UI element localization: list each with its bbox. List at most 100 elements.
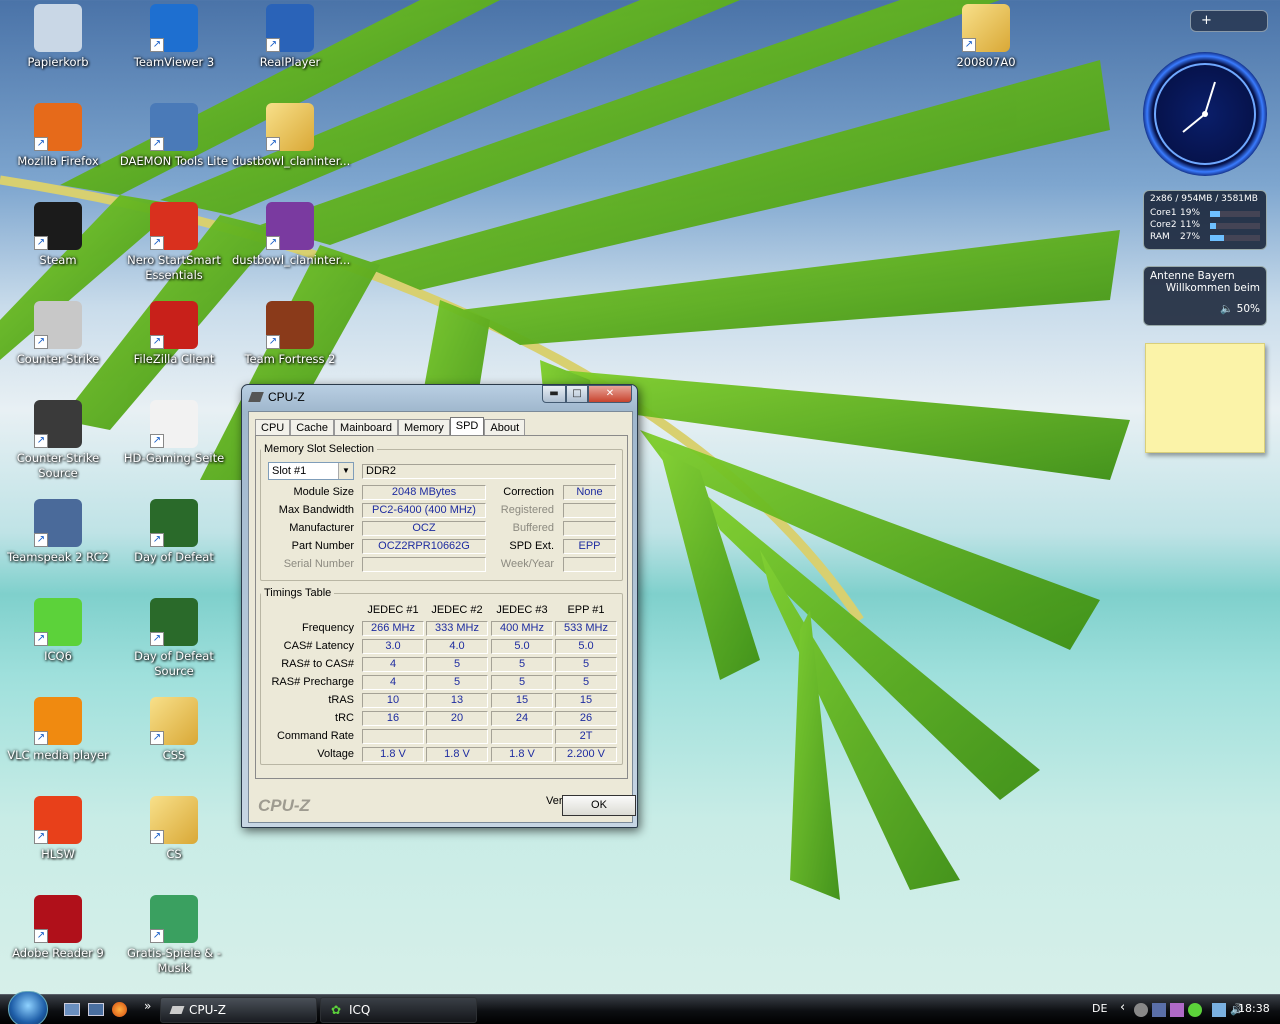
quicklaunch-expand-icon[interactable]: »	[144, 999, 151, 1013]
timing-row-label: Command Rate	[276, 730, 354, 742]
desktop-icon-6[interactable]: ↗ Steam	[0, 202, 116, 268]
cpu-meter-value: 19%	[1180, 208, 1201, 218]
cpu-meter-row: RAM 27%	[1150, 232, 1260, 244]
week-year-field	[563, 557, 616, 572]
timing-cell: 4	[362, 657, 424, 672]
shortcut-arrow-icon: ↗	[150, 434, 164, 448]
desktop-icon-18[interactable]: ↗ VLC media player	[0, 697, 116, 763]
cpu-meter-fill	[1210, 211, 1220, 217]
desktop-icon-1[interactable]: ↗ TeamViewer 3	[116, 4, 232, 70]
manufacturer-label: Manufacturer	[289, 522, 354, 534]
steam-tray-icon[interactable]	[1134, 1003, 1148, 1017]
desktop-icon-24[interactable]: ↗ 200807A0	[928, 4, 1044, 70]
desktop-icon-10[interactable]: ↗ FileZilla Client	[116, 301, 232, 367]
timing-cell	[426, 729, 488, 744]
shortcut-arrow-icon: ↗	[266, 236, 280, 250]
desktop-icon-11[interactable]: ↗ Team Fortress 2	[232, 301, 348, 367]
desktop-icon-label: dustbowl_claninter...	[232, 253, 351, 267]
clock-gadget[interactable]	[1143, 52, 1267, 176]
adobe-reader-icon: ↗	[34, 895, 82, 943]
speaker-icon[interactable]: 🔈	[1220, 303, 1233, 315]
start-orb-icon[interactable]	[8, 991, 48, 1024]
desktop-icon-19[interactable]: ↗ CSS	[116, 697, 232, 763]
desktop-icon-label: TeamViewer 3	[133, 55, 215, 69]
desktop-icon-15[interactable]: ↗ Day of Defeat	[116, 499, 232, 565]
maximize-button[interactable]: □	[566, 385, 588, 403]
timing-cell: 5	[555, 675, 617, 690]
desktop-icon-12[interactable]: ↗ Counter-Strike Source	[0, 400, 116, 481]
cpuz-window[interactable]: CPU-Z ▬ □ ✕ CPU Cache Mainboard Memory SPD Ab…	[241, 384, 638, 828]
desktop-icon-22[interactable]: ↗ Adobe Reader 9	[0, 895, 116, 961]
desktop-icon-3[interactable]: ↗ Mozilla Firefox	[0, 103, 116, 169]
chevron-down-icon[interactable]: ▼	[338, 463, 353, 479]
cpu-meter-fill	[1210, 223, 1216, 229]
registered-label: Registered	[500, 504, 554, 516]
network-tray-icon[interactable]	[1212, 1003, 1226, 1017]
timing-cell: 26	[555, 711, 617, 726]
part-number-label: Part Number	[291, 540, 354, 552]
desktop-icon-21[interactable]: ↗ CS	[116, 796, 232, 862]
timing-cell: 5.0	[491, 639, 553, 654]
timing-row-label: RAS# to CAS#	[281, 658, 354, 670]
show-desktop-icon[interactable]	[64, 1003, 80, 1016]
cpu-tray-icon[interactable]	[1170, 1003, 1184, 1017]
radio-gadget[interactable]: Antenne Bayern Willkommen beim 🔈 50%	[1143, 266, 1267, 326]
timing-cell: 533 MHz	[555, 621, 617, 636]
timing-cell	[362, 729, 424, 744]
desktop-icon-label: CS	[166, 847, 182, 861]
timing-row-label: tRC	[335, 712, 354, 724]
shortcut-arrow-icon: ↗	[34, 632, 48, 646]
language-indicator[interactable]: DE	[1092, 1002, 1107, 1015]
desktop-icon-23[interactable]: ↗ Gratis-Spiele & -Musik	[116, 895, 232, 976]
cpu-meter-value: 11%	[1180, 220, 1201, 230]
taskbar-icq-label: ICQ	[349, 1003, 371, 1017]
timing-cell: 333 MHz	[426, 621, 488, 636]
slot-select[interactable]: Slot #1 ▼	[268, 462, 354, 480]
desktop-icon-0[interactable]: Papierkorb	[0, 4, 116, 70]
desktop-icon-4[interactable]: ↗ DAEMON Tools Lite	[116, 103, 232, 169]
teamspeak-tray-icon[interactable]	[1152, 1003, 1166, 1017]
window-toolbar-gadget[interactable]: +	[1190, 10, 1268, 32]
shortcut-arrow-icon: ↗	[266, 335, 280, 349]
winrar-archive-icon: ↗	[266, 202, 314, 250]
desktop-icon-label: Gratis-Spiele & -Musik	[126, 946, 222, 975]
timing-cell: 400 MHz	[491, 621, 553, 636]
hlsw-icon: ↗	[34, 796, 82, 844]
firefox-quicklaunch-icon[interactable]	[112, 1002, 127, 1017]
timing-cell: 4.0	[426, 639, 488, 654]
close-button[interactable]: ✕	[588, 385, 632, 403]
desktop-icon-2[interactable]: ↗ RealPlayer	[232, 4, 348, 70]
desktop-icon-label: dustbowl_claninter...	[232, 154, 351, 168]
tray-expand-icon[interactable]: ‹	[1120, 1000, 1125, 1015]
timing-cell: 16	[362, 711, 424, 726]
sticky-note-gadget[interactable]	[1145, 343, 1265, 453]
switch-windows-icon[interactable]	[88, 1003, 104, 1016]
taskbar-button-cpuz[interactable]: CPU-Z	[160, 997, 317, 1023]
desktop-icon-9[interactable]: ↗ Counter-Strike	[0, 301, 116, 367]
ok-button[interactable]: OK	[562, 795, 636, 816]
desktop-icon-13[interactable]: ↗ HD-Gaming-Seite	[116, 400, 232, 466]
buffered-field	[563, 521, 616, 536]
desktop-icon-14[interactable]: ↗ Teamspeak 2 RC2	[0, 499, 116, 565]
desktop-icon-17[interactable]: ↗ Day of Defeat Source	[116, 598, 232, 679]
module-size-label: Module Size	[293, 486, 354, 498]
desktop-icon-7[interactable]: ↗ Nero StartSmart Essentials	[116, 202, 232, 283]
taskbar-button-icq[interactable]: ✿ ICQ	[320, 997, 477, 1023]
shortcut-arrow-icon: ↗	[34, 137, 48, 151]
clock-face-icon	[1154, 63, 1256, 165]
folder-icon: ↗	[150, 697, 198, 745]
week-year-label: Week/Year	[500, 558, 554, 570]
tab-strip: CPU Cache Mainboard Memory SPD About	[255, 417, 526, 438]
desktop-icon-8[interactable]: ↗ dustbowl_claninter...	[232, 202, 351, 268]
icq-tray-icon[interactable]	[1188, 1003, 1202, 1017]
desktop-icon-20[interactable]: ↗ HLSW	[0, 796, 116, 862]
timings-legend: Timings Table	[264, 587, 332, 599]
teamspeak-icon: ↗	[34, 499, 82, 547]
desktop-icon-5[interactable]: ↗ dustbowl_claninter...	[232, 103, 351, 169]
timing-cell: 5	[426, 657, 488, 672]
minimize-button[interactable]: ▬	[542, 385, 566, 403]
desktop-icon-16[interactable]: ↗ ICQ6	[0, 598, 116, 664]
timing-cell: 1.8 V	[362, 747, 424, 762]
taskbar-clock[interactable]: 18:38	[1238, 1002, 1270, 1015]
shortcut-arrow-icon: ↗	[34, 533, 48, 547]
